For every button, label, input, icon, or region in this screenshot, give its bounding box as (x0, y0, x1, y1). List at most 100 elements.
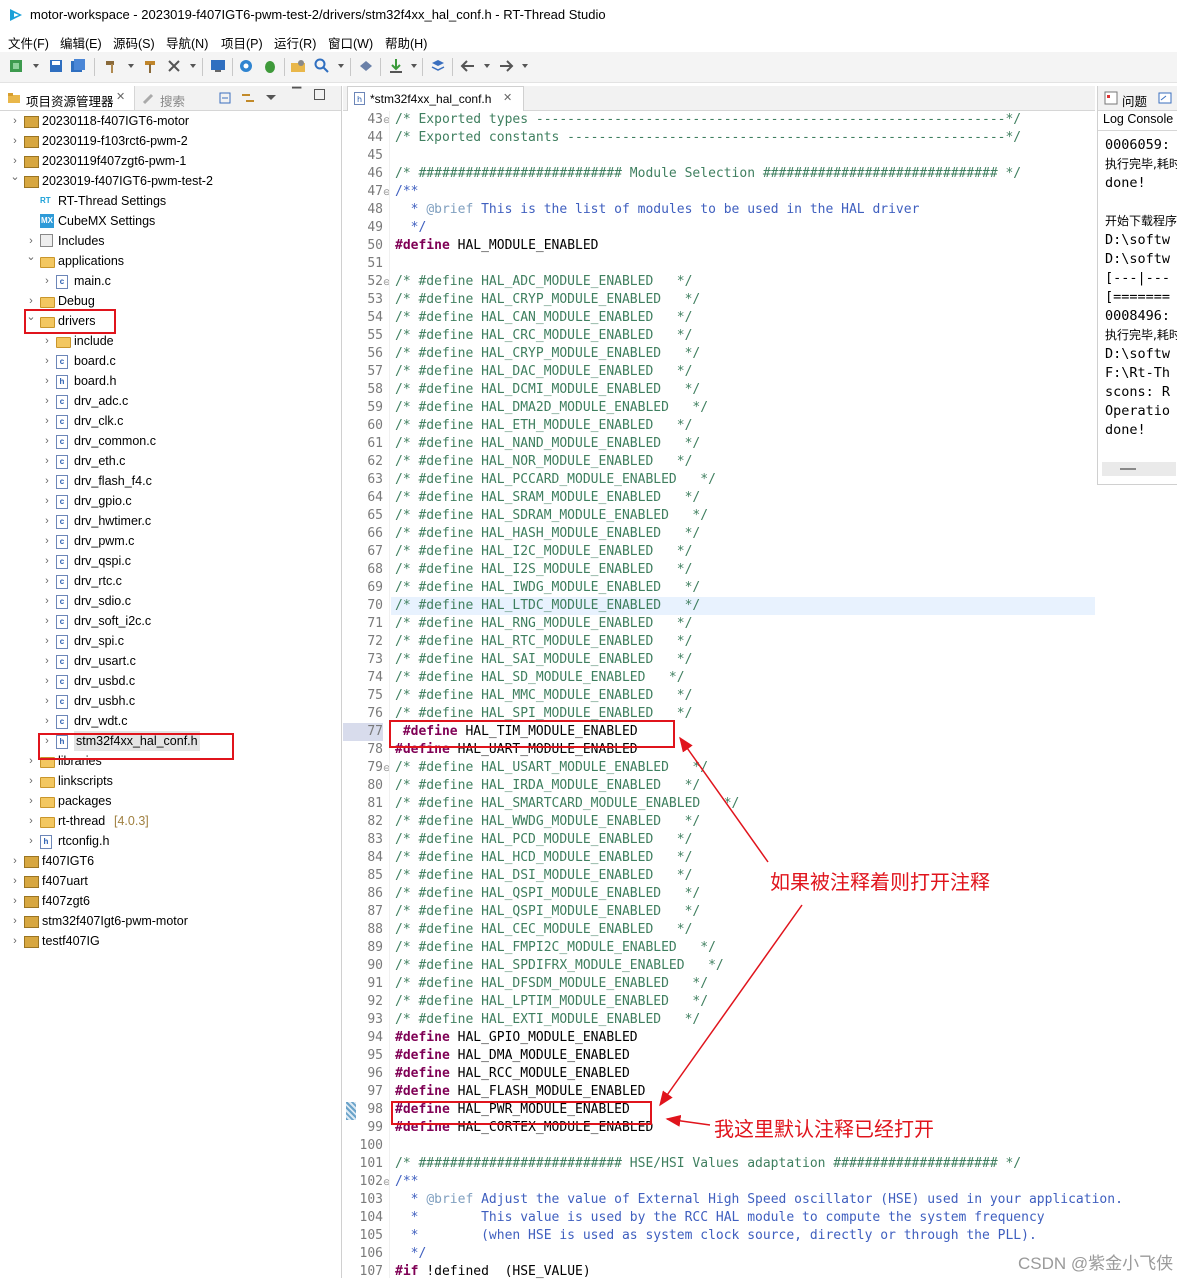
chevron-right-icon[interactable]: › (10, 911, 20, 931)
menu-help[interactable]: 帮助(H) (385, 33, 427, 52)
tree-item[interactable]: › linkscripts (0, 771, 340, 791)
chevron-right-icon[interactable]: › (42, 451, 52, 471)
chevron-right-icon[interactable]: › (10, 851, 20, 871)
chevron-right-icon[interactable]: › (42, 591, 52, 611)
chevron-right-icon[interactable]: › (42, 411, 52, 431)
chevron-down-icon[interactable]: ⌄ (10, 167, 20, 187)
chevron-right-icon[interactable]: › (42, 271, 52, 291)
tools-icon[interactable] (166, 58, 182, 74)
tab-search[interactable]: 搜索 (160, 91, 185, 110)
tree-item[interactable]: › Includes (0, 231, 340, 251)
chevron-right-icon[interactable]: › (42, 391, 52, 411)
chevron-right-icon[interactable]: › (42, 511, 52, 531)
tree-item[interactable]: › Debug (0, 291, 340, 311)
tree-item[interactable]: › c drv_rtc.c (0, 571, 340, 591)
tree-item[interactable]: MX CubeMX Settings (0, 211, 340, 231)
menu-navigate[interactable]: 导航(N) (166, 33, 208, 52)
chevron-right-icon[interactable]: › (42, 531, 52, 551)
new-icon[interactable] (8, 58, 24, 74)
link-editor-icon[interactable] (240, 91, 256, 105)
tree-item[interactable]: RT RT-Thread Settings (0, 191, 340, 211)
menu-window[interactable]: 窗口(W) (328, 33, 373, 52)
tab-stm32f4xx-hal-conf[interactable]: h *stm32f4xx_hal_conf.h ✕ (347, 86, 524, 111)
minimize-icon[interactable]: ▔ (292, 87, 301, 101)
collapse-all-icon[interactable] (218, 91, 232, 105)
maximize-icon[interactable] (314, 89, 325, 100)
search-icon[interactable] (314, 58, 330, 74)
tree-item[interactable]: › c drv_sdio.c (0, 591, 340, 611)
save-icon[interactable] (48, 58, 64, 74)
save-all-icon[interactable] (70, 58, 86, 74)
open-folder-icon[interactable] (290, 58, 306, 74)
tree-item[interactable]: › c drv_gpio.c (0, 491, 340, 511)
menu-project[interactable]: 项目(P) (221, 33, 263, 52)
chevron-right-icon[interactable]: › (10, 891, 20, 911)
chevron-right-icon[interactable]: › (42, 431, 52, 451)
tree-item[interactable]: › c drv_soft_i2c.c (0, 611, 340, 631)
tab-project-explorer[interactable]: 项目资源管理器 ✕ (0, 86, 135, 110)
tree-item[interactable]: › c board.c (0, 351, 340, 371)
tree-item[interactable]: › 20230118-f407IGT6-motor (0, 111, 340, 131)
tree-item[interactable]: › c drv_wdt.c (0, 711, 340, 731)
chevron-down-icon[interactable]: ⌄ (26, 247, 36, 267)
tree-item[interactable]: › f407zgt6 (0, 891, 340, 911)
chevron-right-icon[interactable]: › (42, 331, 52, 351)
tree-item[interactable]: › c drv_flash_f4.c (0, 471, 340, 491)
tree-item[interactable]: › stm32f407Igt6-pwm-motor (0, 911, 340, 931)
tree-item[interactable]: › 20230119f407zgt6-pwm-1 (0, 151, 340, 171)
chevron-right-icon[interactable]: › (26, 811, 36, 831)
tree-item[interactable]: › c drv_adc.c (0, 391, 340, 411)
chevron-right-icon[interactable]: › (42, 371, 52, 391)
chevron-right-icon[interactable]: › (10, 871, 20, 891)
settings-gear-icon[interactable] (238, 58, 254, 74)
terminal-icon[interactable] (210, 58, 226, 74)
tree-item[interactable]: › include (0, 331, 340, 351)
tree-item[interactable]: › c drv_usbh.c (0, 691, 340, 711)
tree-item[interactable]: › c drv_clk.c (0, 411, 340, 431)
chevron-right-icon[interactable]: › (42, 571, 52, 591)
chevron-right-icon[interactable]: › (42, 691, 52, 711)
horizontal-scrollbar[interactable] (1102, 462, 1176, 476)
chevron-right-icon[interactable]: › (42, 631, 52, 651)
tree-item[interactable]: › c main.c (0, 271, 340, 291)
chevron-right-icon[interactable]: › (26, 791, 36, 811)
tree-item[interactable]: › c drv_eth.c (0, 451, 340, 471)
chevron-right-icon[interactable]: › (26, 771, 36, 791)
tree-item[interactable]: › packages (0, 791, 340, 811)
tree-item[interactable]: › h rtconfig.h (0, 831, 340, 851)
tree-item[interactable]: ⌄ applications (0, 251, 340, 271)
tree-item[interactable]: › f407uart (0, 871, 340, 891)
chevron-right-icon[interactable]: › (42, 471, 52, 491)
tree-item[interactable]: › c drv_usbd.c (0, 671, 340, 691)
tree-item[interactable]: › c drv_hwtimer.c (0, 511, 340, 531)
forward-arrow-icon[interactable] (498, 58, 514, 74)
chevron-right-icon[interactable]: › (42, 671, 52, 691)
chevron-right-icon[interactable]: › (10, 931, 20, 951)
tree-item[interactable]: › h board.h (0, 371, 340, 391)
tree-item[interactable]: ⌄ 2023019-f407IGT6-pwm-test-2 (0, 171, 340, 191)
menu-edit[interactable]: 编辑(E) (60, 33, 102, 52)
tree-item[interactable]: › c drv_pwm.c (0, 531, 340, 551)
chevron-right-icon[interactable]: › (42, 491, 52, 511)
chevron-right-icon[interactable]: › (42, 611, 52, 631)
chevron-right-icon[interactable]: › (10, 131, 20, 151)
tree-item[interactable]: › c drv_spi.c (0, 631, 340, 651)
chevron-right-icon[interactable]: › (42, 351, 52, 371)
menu-run[interactable]: 运行(R) (274, 33, 316, 52)
tree-item[interactable]: › c drv_qspi.c (0, 551, 340, 571)
clean-icon[interactable] (142, 58, 158, 74)
console-tab-icon[interactable] (1158, 91, 1172, 105)
chevron-right-icon[interactable]: › (42, 711, 52, 731)
chevron-right-icon[interactable]: › (42, 651, 52, 671)
chevron-right-icon[interactable]: › (26, 751, 36, 771)
chevron-right-icon[interactable]: › (26, 831, 36, 851)
download-icon[interactable] (388, 58, 404, 74)
tree-item[interactable]: › f407IGT6 (0, 851, 340, 871)
debug-bug-icon[interactable] (262, 58, 278, 74)
close-icon[interactable]: ✕ (116, 90, 125, 103)
view-menu-icon[interactable] (266, 95, 276, 101)
tab-problems[interactable]: 问题 (1122, 91, 1147, 110)
layers-icon[interactable] (430, 58, 446, 74)
tree-item[interactable]: › c drv_usart.c (0, 651, 340, 671)
menu-source[interactable]: 源码(S) (113, 33, 155, 52)
